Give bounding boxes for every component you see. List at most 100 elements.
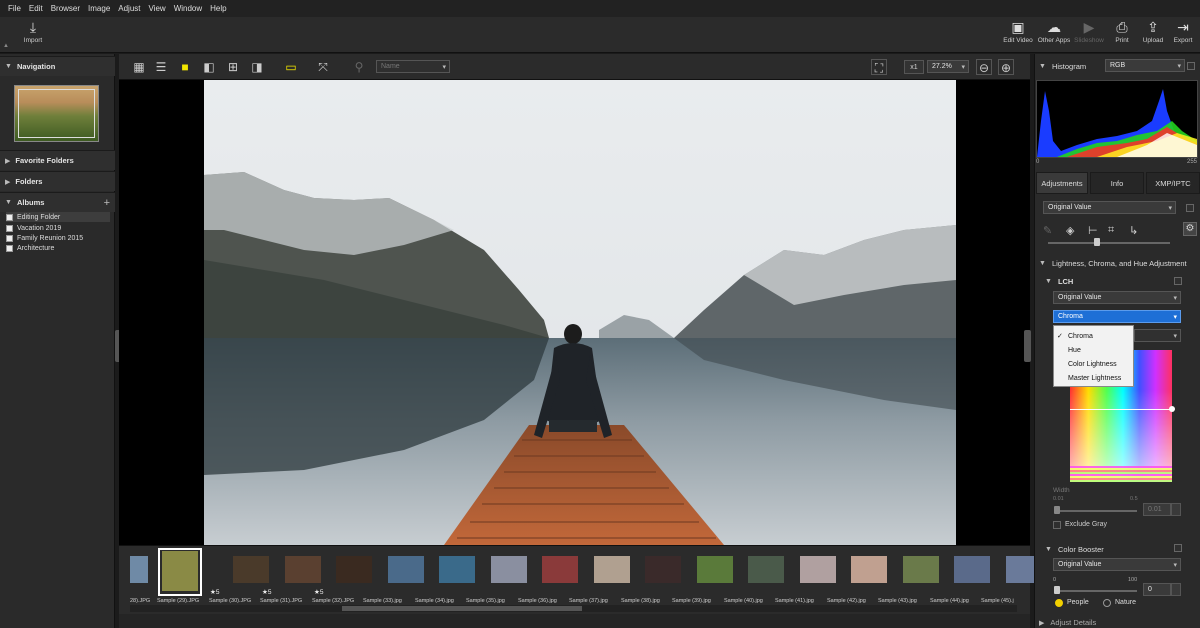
add-album-icon[interactable]: + — [104, 197, 110, 209]
filmstrip-thumbnail[interactable] — [594, 556, 630, 583]
menu-file[interactable]: File — [8, 4, 21, 13]
distortion-icon[interactable]: ↳ — [1129, 224, 1138, 237]
filmstrip-toggle-icon[interactable]: ▭ — [283, 59, 299, 75]
dropdown-item-chroma[interactable]: ✓ Chroma — [1054, 329, 1135, 343]
fit-icon[interactable]: ⤧ — [315, 59, 331, 75]
straighten-icon[interactable]: ⊢ — [1088, 224, 1098, 237]
color-booster-checkbox[interactable] — [1174, 544, 1182, 552]
crop-icon[interactable]: ⌗ — [1108, 224, 1114, 237]
menu-adjust[interactable]: Adjust — [118, 4, 140, 13]
booster-slider-track[interactable] — [1055, 590, 1137, 592]
edit-video-button[interactable]: ▣ Edit Video — [1000, 19, 1036, 44]
other-apps-button[interactable]: ☁ Other Apps — [1036, 19, 1072, 44]
filmstrip-thumbnail[interactable] — [388, 556, 424, 583]
menu-browser[interactable]: Browser — [51, 4, 80, 13]
brush-icon[interactable]: ✎ — [1043, 224, 1052, 237]
histogram-toggle-checkbox[interactable] — [1187, 62, 1195, 70]
gear-icon[interactable]: ⚙ — [1183, 222, 1197, 236]
tab-info[interactable]: Info — [1090, 172, 1144, 194]
filmstrip-thumbnail[interactable] — [491, 556, 527, 583]
filter-icon[interactable]: ⚲ — [351, 59, 367, 75]
upload-button[interactable]: ⇪ Upload — [1138, 19, 1168, 44]
zoom-select[interactable]: 27.2% ▾ — [927, 60, 969, 73]
scrollbar-thumb[interactable] — [342, 606, 582, 611]
lch-section-header[interactable]: ▼ Lightness, Chroma, and Hue Adjustment — [1034, 254, 1194, 272]
navigation-header[interactable]: ▼ Navigation — [0, 56, 115, 76]
compare-2-icon[interactable]: ◧ — [201, 59, 217, 75]
compare-4-icon[interactable]: ⊞ — [225, 59, 241, 75]
retouch-icon[interactable]: ◈ — [1066, 224, 1074, 237]
zoom-1x-button[interactable]: x1 — [904, 60, 924, 74]
preset-checkbox[interactable] — [1186, 204, 1194, 212]
width-slider-track[interactable] — [1055, 510, 1137, 512]
filmstrip-thumbnail[interactable] — [542, 556, 578, 583]
lch-preset-select[interactable]: Original Value ▾ — [1053, 291, 1181, 304]
slider-knob[interactable] — [1094, 238, 1100, 246]
adjustment-preset-select[interactable]: Original Value ▾ — [1043, 201, 1176, 214]
width-stepper[interactable] — [1171, 503, 1181, 516]
filmstrip-thumbnail[interactable] — [748, 556, 784, 583]
lch-mode-select[interactable]: Chroma ▾ — [1053, 310, 1181, 323]
thumbnail-grid-icon[interactable]: ▦ — [131, 59, 147, 75]
album-item[interactable]: Architecture — [6, 243, 110, 253]
tab-adjustments[interactable]: Adjustments — [1036, 172, 1088, 194]
filmstrip-thumbnail[interactable] — [851, 556, 887, 583]
filmstrip-thumbnail[interactable] — [697, 556, 733, 583]
navigation-viewport-frame[interactable] — [18, 89, 95, 138]
slideshow-button[interactable]: ▶ Slideshow — [1072, 19, 1106, 44]
fullscreen-icon[interactable]: ⛶ — [871, 59, 887, 75]
right-panel-toggle[interactable] — [1024, 330, 1031, 362]
import-button[interactable]: ⤓ Import — [16, 19, 50, 44]
lch-enable-checkbox[interactable] — [1174, 277, 1182, 285]
slider-track[interactable] — [1048, 242, 1170, 244]
filmstrip-thumbnail[interactable] — [336, 556, 372, 583]
menu-help[interactable]: Help — [210, 4, 226, 13]
album-item[interactable]: Family Reunion 2015 — [6, 233, 110, 243]
dropdown-item-color-lightness[interactable]: Color Lightness — [1054, 357, 1135, 371]
favorite-folders-header[interactable]: ▶ Favorite Folders — [0, 150, 115, 170]
width-value-field[interactable]: 0.01 — [1143, 503, 1171, 516]
color-booster-preset-select[interactable]: Original Value ▾ — [1053, 558, 1181, 571]
zoom-out-icon[interactable]: ⊖ — [976, 59, 992, 75]
folders-header[interactable]: ▶ Folders — [0, 171, 115, 191]
sort-select[interactable]: Name ▾ — [376, 60, 450, 73]
albums-header[interactable]: ▼ Albums + — [0, 192, 115, 212]
export-button[interactable]: ⇥ Export — [1168, 19, 1198, 44]
thumbnail-list-icon[interactable]: ☰ — [153, 59, 169, 75]
tab-xmp-iptc[interactable]: XMP/IPTC — [1146, 172, 1200, 194]
filmstrip-thumbnail[interactable] — [954, 556, 990, 583]
album-item[interactable]: Editing Folder — [6, 212, 110, 222]
main-photo[interactable] — [204, 80, 956, 545]
toolbar-collapse-icon[interactable]: ▲ — [3, 43, 9, 49]
width-slider-knob[interactable] — [1054, 506, 1060, 514]
filmstrip-thumbnail[interactable] — [285, 556, 321, 583]
zoom-in-icon[interactable]: ⊕ — [998, 59, 1014, 75]
print-button[interactable]: ⎙ Print — [1106, 19, 1138, 44]
filmstrip-thumbnail[interactable] — [130, 556, 148, 583]
booster-stepper[interactable] — [1171, 583, 1181, 596]
dropdown-item-master-lightness[interactable]: Master Lightness — [1054, 371, 1135, 385]
menu-window[interactable]: Window — [174, 4, 202, 13]
booster-slider-knob[interactable] — [1054, 586, 1060, 594]
filmstrip-thumbnail[interactable] — [233, 556, 269, 583]
exclude-gray-checkbox[interactable] — [1053, 521, 1061, 529]
filmstrip-scrollbar[interactable] — [130, 605, 1017, 612]
nature-radio[interactable] — [1103, 599, 1111, 607]
filmstrip-thumbnail[interactable] — [800, 556, 836, 583]
histogram-channel-select[interactable]: RGB ▾ — [1105, 59, 1185, 72]
filmstrip-thumbnail[interactable] — [439, 556, 475, 583]
dropdown-item-hue[interactable]: Hue — [1054, 343, 1135, 357]
filmstrip-thumbnail[interactable] — [645, 556, 681, 583]
menu-edit[interactable]: Edit — [29, 4, 43, 13]
navigation-thumbnail[interactable] — [14, 85, 99, 142]
people-radio[interactable] — [1055, 599, 1063, 607]
menu-view[interactable]: View — [149, 4, 166, 13]
album-item[interactable]: Vacation 2019 — [6, 223, 110, 233]
adjust-details-header[interactable]: ▶ Adjust Details — [1034, 617, 1194, 628]
curve-anchor-point[interactable] — [1169, 406, 1175, 412]
lch-secondary-select[interactable]: ▾ — [1134, 329, 1181, 342]
booster-value-field[interactable]: 0 — [1143, 583, 1171, 596]
before-after-icon[interactable]: ◨ — [249, 59, 265, 75]
chroma-curve-line[interactable] — [1070, 409, 1172, 410]
filmstrip-thumbnail[interactable] — [903, 556, 939, 583]
